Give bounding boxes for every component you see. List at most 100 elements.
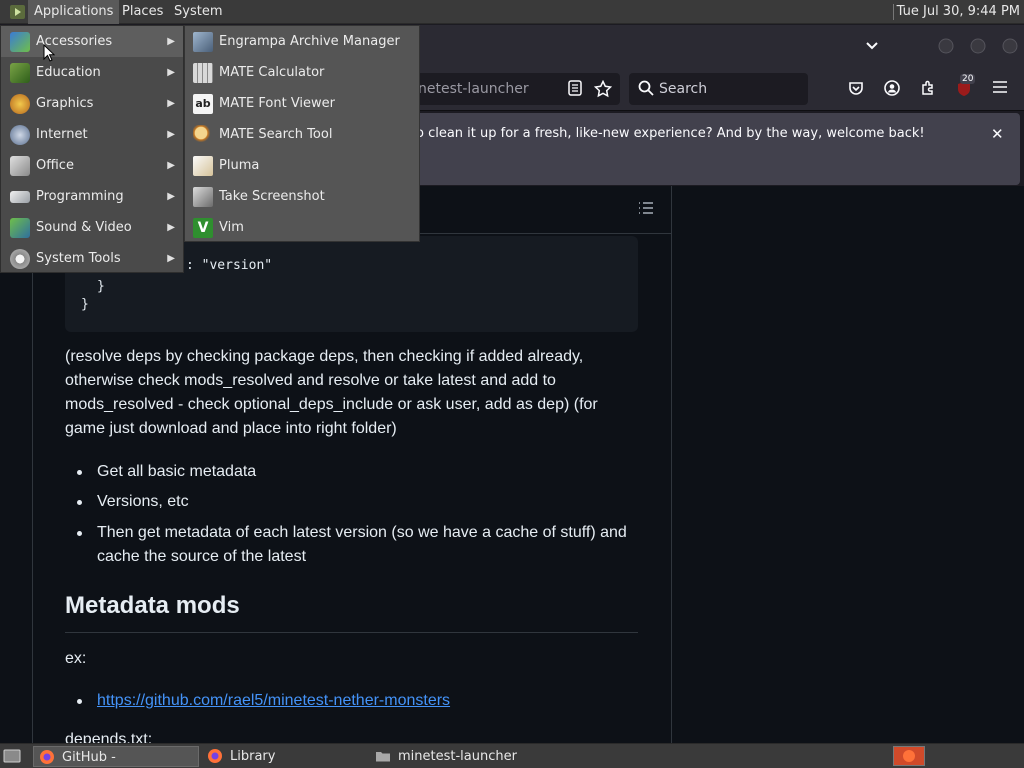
system-menu-button[interactable]: System <box>168 0 228 24</box>
places-menu-button[interactable]: Places <box>116 0 169 24</box>
list-item: Versions, etc <box>77 490 637 514</box>
graphics-icon <box>10 94 30 114</box>
folder-icon <box>375 748 391 764</box>
menu-item-label: Programming <box>36 189 124 204</box>
menu-item-graphics[interactable]: Graphics ▶ <box>1 88 183 119</box>
menu-item-label: MATE Search Tool <box>219 127 333 142</box>
maximize-window-button[interactable] <box>969 37 987 55</box>
url-bar[interactable]: netest-launcher <box>400 73 620 105</box>
panel-separator <box>893 4 894 20</box>
programming-icon <box>10 191 30 203</box>
menu-item-label: Graphics <box>36 96 94 111</box>
menu-item-label: MATE Calculator <box>219 65 325 80</box>
reader-view-icon[interactable] <box>566 80 584 98</box>
menu-item-system-tools[interactable]: System Tools ▶ <box>1 243 183 274</box>
submenu-arrow-icon: ▶ <box>167 191 175 202</box>
close-window-button[interactable] <box>1001 37 1019 55</box>
menu-item-label: Sound & Video <box>36 220 132 235</box>
menu-item-programming[interactable]: Programming ▶ <box>1 181 183 212</box>
code-line: } <box>97 279 105 294</box>
text-editor-icon <box>193 156 213 176</box>
menu-item-engrampa[interactable]: Engrampa Archive Manager <box>185 26 419 57</box>
search-icon <box>637 80 655 98</box>
search-input[interactable]: Search <box>629 73 808 105</box>
vim-icon: V <box>193 218 213 238</box>
submenu-arrow-icon: ▶ <box>167 160 175 171</box>
taskbar-item-minetest-launcher[interactable]: minetest-launcher <box>370 746 540 767</box>
menu-item-vim[interactable]: V Vim <box>185 212 419 243</box>
right-pane <box>671 186 1024 743</box>
education-icon <box>10 63 30 83</box>
menu-item-office[interactable]: Office ▶ <box>1 150 183 181</box>
hamburger-menu-icon[interactable] <box>991 80 1009 98</box>
search-placeholder: Search <box>659 81 708 97</box>
code-line: : "version" <box>186 258 273 273</box>
minimize-window-button[interactable] <box>937 37 955 55</box>
screenshot-icon <box>193 187 213 207</box>
font-viewer-icon: ab <box>193 94 213 114</box>
search-tool-icon <box>193 125 213 145</box>
system-tools-icon <box>10 249 30 269</box>
extensions-puzzle-icon[interactable] <box>919 80 937 98</box>
bookmark-star-icon[interactable] <box>593 79 613 98</box>
firefox-icon <box>207 748 223 764</box>
menu-item-search-tool[interactable]: MATE Search Tool <box>185 119 419 150</box>
firefox-icon <box>39 749 55 765</box>
example-links-list: https://github.com/rael5/minetest-nether… <box>65 689 638 715</box>
submenu-arrow-icon: ▶ <box>167 98 175 109</box>
menu-item-label: Vim <box>219 220 244 235</box>
applications-menu-button[interactable]: Applications <box>28 0 120 24</box>
menu-item-pluma[interactable]: Pluma <box>185 150 419 181</box>
menu-item-calculator[interactable]: MATE Calculator <box>185 57 419 88</box>
tab-list-chevron-icon[interactable] <box>863 37 881 55</box>
submenu-arrow-icon: ▶ <box>167 36 175 47</box>
clock[interactable]: Tue Jul 30, 9:44 PM <box>897 0 1020 24</box>
notification-message: o clean it up for a fresh, like-new expe… <box>416 126 925 141</box>
pocket-icon[interactable] <box>847 80 865 98</box>
nether-monsters-link[interactable]: https://github.com/rael5/minetest-nether… <box>97 692 450 709</box>
list-item: Get all basic metadata <box>77 460 637 484</box>
mouse-pointer-icon <box>43 43 56 62</box>
bottom-panel: GitHub - mkg20001... Library minetest-la… <box>0 743 1024 768</box>
table-of-contents-icon[interactable] <box>637 200 655 216</box>
submenu-arrow-icon: ▶ <box>167 67 175 78</box>
taskbar-item-label: minetest-launcher <box>398 749 517 764</box>
workspace-switcher[interactable] <box>893 746 925 766</box>
extension-badge: 20 <box>960 74 976 84</box>
account-icon[interactable] <box>883 80 901 98</box>
menu-item-label: MATE Font Viewer <box>219 96 336 111</box>
internet-icon <box>10 125 30 145</box>
taskbar-item-github[interactable]: GitHub - mkg20001... <box>33 746 199 767</box>
metadata-mods-heading: Metadata mods <box>65 592 240 619</box>
menu-item-take-screenshot[interactable]: Take Screenshot <box>185 181 419 212</box>
submenu-arrow-icon: ▶ <box>167 129 175 140</box>
menu-item-label: Office <box>36 158 74 173</box>
top-panel: Applications Places System Tue Jul 30, 9… <box>0 0 1024 24</box>
accessories-icon <box>10 32 30 52</box>
archive-manager-icon <box>193 32 213 52</box>
submenu-arrow-icon: ▶ <box>167 222 175 233</box>
applications-menu: Accessories ▶ Education ▶ Graphics ▶ Int… <box>0 25 184 273</box>
menu-item-label: Education <box>36 65 101 80</box>
menu-item-sound-video[interactable]: Sound & Video ▶ <box>1 212 183 243</box>
menu-item-education[interactable]: Education ▶ <box>1 57 183 88</box>
menu-item-label: Pluma <box>219 158 260 173</box>
calculator-icon <box>193 63 213 83</box>
url-text: netest-launcher <box>418 81 529 97</box>
ex-label: ex: <box>65 650 87 667</box>
code-line: } <box>81 297 89 312</box>
menu-item-label: Take Screenshot <box>219 189 325 204</box>
menu-item-label: System Tools <box>36 251 121 266</box>
menu-item-accessories[interactable]: Accessories ▶ <box>1 26 183 57</box>
metadata-steps-list: Get all basic metadata Versions, etc The… <box>65 460 638 570</box>
mate-logo-icon <box>9 4 26 20</box>
menu-item-label: Engrampa Archive Manager <box>219 34 400 49</box>
resolve-deps-paragraph: (resolve deps by checking package deps, … <box>65 348 598 437</box>
close-notification-button[interactable]: ✕ <box>991 125 1004 143</box>
taskbar-item-library[interactable]: Library <box>202 746 368 767</box>
menu-item-label: Internet <box>36 127 88 142</box>
menu-item-font-viewer[interactable]: ab MATE Font Viewer <box>185 88 419 119</box>
show-desktop-icon[interactable] <box>3 748 21 764</box>
taskbar-item-label: GitHub - mkg20001... <box>62 750 116 765</box>
menu-item-internet[interactable]: Internet ▶ <box>1 119 183 150</box>
